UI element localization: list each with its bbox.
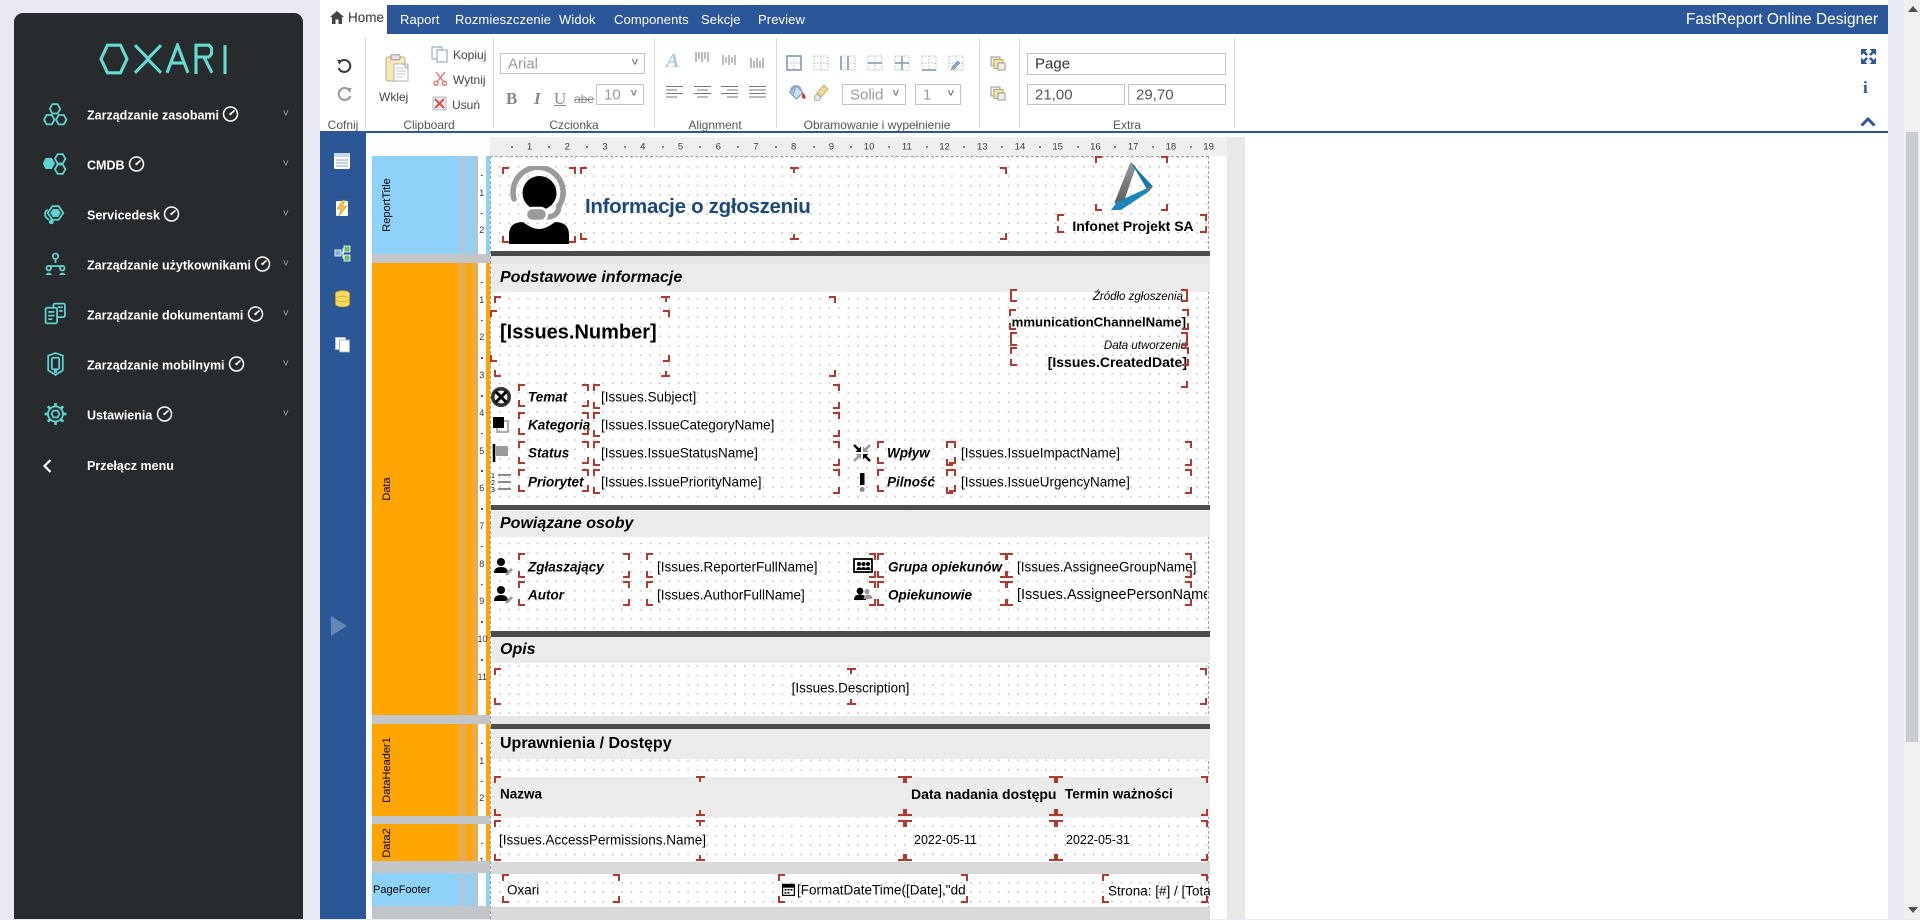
- svg-text:3: 3: [491, 487, 495, 492]
- svg-text:2: 2: [491, 480, 495, 487]
- svg-text:1: 1: [491, 473, 495, 480]
